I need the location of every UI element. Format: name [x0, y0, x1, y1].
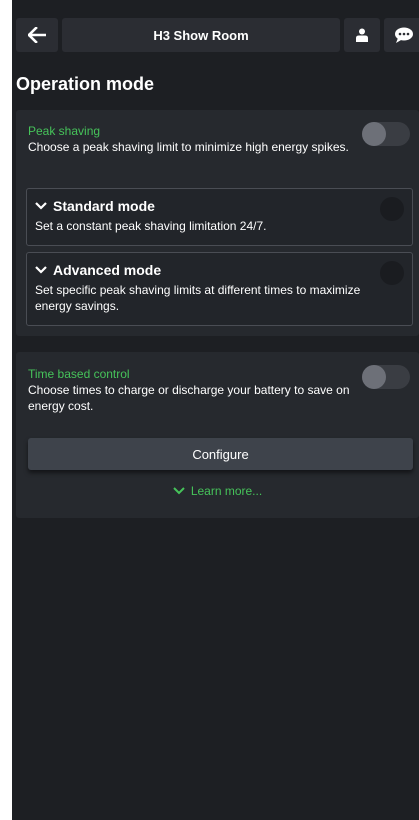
chat-button[interactable] [384, 18, 419, 52]
peak-shaving-description: Choose a peak shaving limit to minimize … [28, 140, 349, 154]
time-control-toggle[interactable] [362, 365, 410, 389]
chevron-down-icon [35, 266, 47, 274]
back-button[interactable] [16, 18, 58, 52]
advanced-mode-heading: Advanced mode [35, 262, 161, 278]
toggle-knob [362, 122, 386, 146]
learn-more-label: Learn more... [190, 484, 263, 498]
standard-mode-title: Standard mode [53, 198, 155, 214]
advanced-mode-radio[interactable] [380, 261, 404, 285]
standard-mode-description: Set a constant peak shaving limitation 2… [35, 219, 267, 233]
time-control-description: Choose times to charge or discharge your… [28, 383, 350, 413]
arrow-left-icon [28, 27, 46, 43]
app-container: H3 Show Room Operation mode Peak shaving… [12, 0, 419, 820]
time-control-header: Time based control Choose times to charg… [28, 367, 359, 414]
chevron-down-icon [173, 487, 185, 495]
peak-shaving-card: Peak shaving Choose a peak shaving limit… [16, 110, 419, 336]
time-based-control-card: Time based control Choose times to charg… [16, 352, 419, 518]
page-title: Operation mode [16, 74, 155, 94]
chat-bubble-icon [394, 27, 414, 43]
chevron-down-icon [35, 202, 47, 210]
toggle-knob [362, 365, 386, 389]
header: H3 Show Room [16, 18, 419, 52]
time-control-label: Time based control [28, 367, 130, 381]
peak-shaving-toggle[interactable] [362, 122, 410, 146]
advanced-mode-description: Set specific peak shaving limits at diff… [35, 283, 361, 313]
standard-mode-option[interactable]: Standard mode Set a constant peak shavin… [26, 188, 413, 246]
standard-mode-radio[interactable] [380, 197, 404, 221]
user-button[interactable] [344, 18, 380, 52]
peak-shaving-header: Peak shaving Choose a peak shaving limit… [28, 124, 359, 155]
standard-mode-heading: Standard mode [35, 198, 155, 214]
learn-more-link[interactable]: Learn more... [16, 484, 419, 498]
advanced-mode-title: Advanced mode [53, 262, 162, 278]
user-icon [356, 28, 368, 42]
peak-shaving-label: Peak shaving [28, 124, 101, 138]
advanced-mode-option[interactable]: Advanced mode Set specific peak shaving … [26, 252, 413, 326]
header-title: H3 Show Room [62, 18, 340, 52]
configure-button[interactable]: Configure [28, 438, 413, 470]
